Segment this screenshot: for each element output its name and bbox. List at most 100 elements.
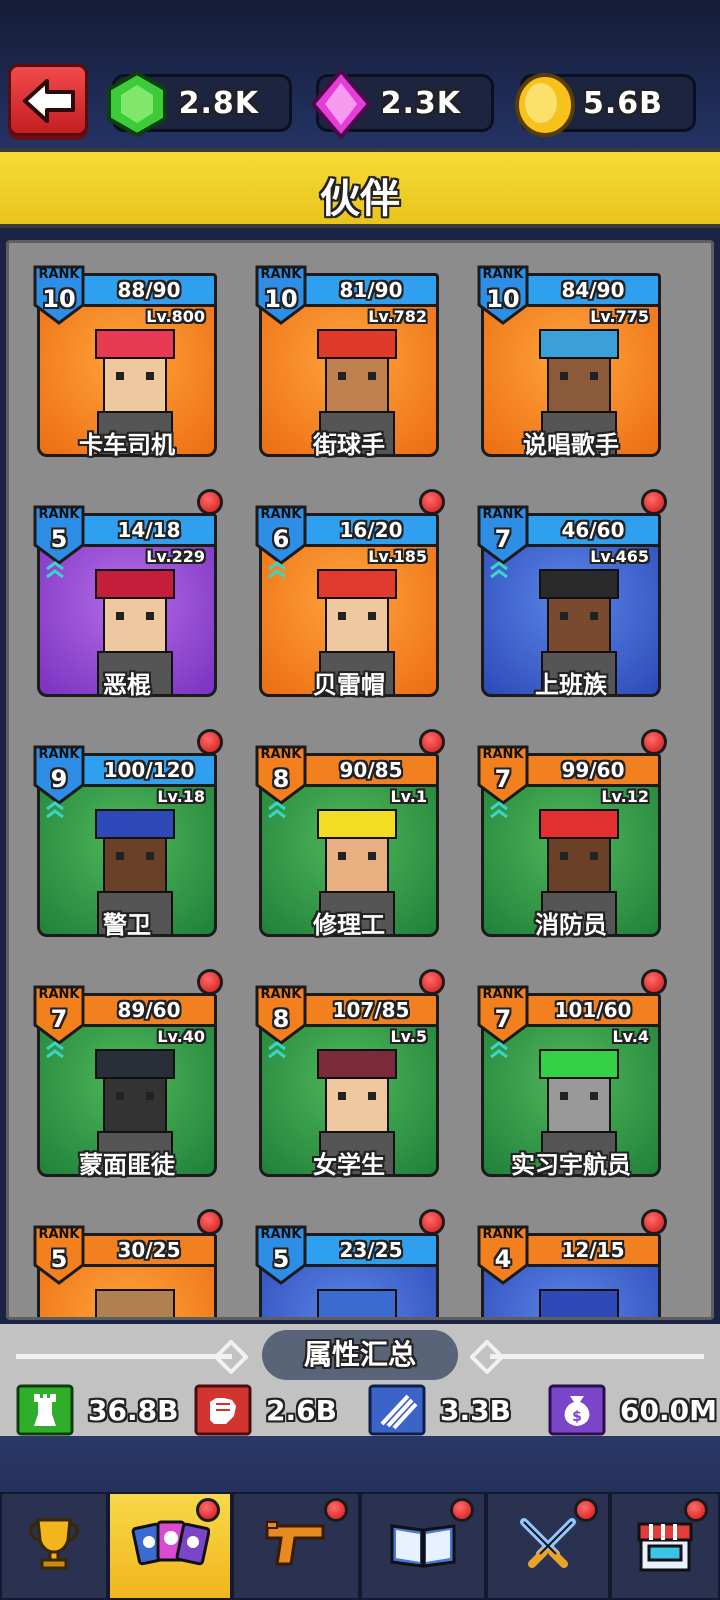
rank-progress-bar: 46/60 <box>525 513 661 547</box>
divider-right <box>490 1354 704 1359</box>
chevron-up-icon <box>487 797 511 821</box>
currency-coins[interactable]: 5.6B <box>515 73 696 137</box>
nav-trophy[interactable] <box>0 1492 108 1600</box>
notification-dot <box>197 1209 223 1235</box>
partner-card[interactable]: 88/90 RANK 10 Lv.800 卡车司机 <box>31 249 217 461</box>
currency-gems[interactable]: 2.8K <box>107 70 292 138</box>
attribute-summary: 属性汇总 36.8B 2.6B 3.3B $ 60.0M <box>0 1324 720 1436</box>
rank-label: RANK <box>260 507 302 522</box>
rank-progress-text: 88/90 <box>117 278 181 302</box>
partner-level: Lv.229 <box>146 547 205 566</box>
rank-progress-text: 84/90 <box>561 278 625 302</box>
nav-weapons[interactable] <box>232 1492 360 1600</box>
rank-value: 4 <box>494 1245 512 1273</box>
partner-card[interactable]: 99/60 RANK 7 Lv.12 消防员 <box>475 729 667 941</box>
rank-badge: RANK 10 <box>253 263 309 327</box>
rank-label: RANK <box>38 987 80 1002</box>
partner-name: 街球手 <box>313 431 385 459</box>
gold-coin-icon <box>515 73 575 137</box>
notification-dot <box>450 1498 474 1522</box>
nav-shop[interactable] <box>610 1492 720 1600</box>
bottom-nav <box>0 1436 720 1600</box>
rank-value: 6 <box>272 525 290 553</box>
stat-tower-value: 36.8B <box>88 1394 179 1427</box>
nav-battle[interactable] <box>486 1492 610 1600</box>
stat-auto-value: 3.3B <box>440 1394 511 1427</box>
partner-level: Lv.18 <box>157 787 205 806</box>
partner-card[interactable]: 107/85 RANK 8 Lv.5 女学生 <box>253 969 445 1181</box>
partner-level: Lv.40 <box>157 1027 205 1046</box>
currency-diamonds[interactable]: 2.3K <box>310 69 494 139</box>
trophy-icon <box>29 1518 79 1570</box>
title-bar: 伙伴 <box>0 148 720 228</box>
rank-progress-bar: 88/90 <box>81 273 217 307</box>
partner-card[interactable]: 90/85 RANK 8 Lv.1 修理工 <box>253 729 445 941</box>
rank-progress-bar: 90/85 <box>303 753 439 787</box>
notification-dot <box>197 729 223 755</box>
rank-progress-text: 101/60 <box>554 998 632 1022</box>
rank-badge: RANK 10 <box>31 263 87 327</box>
rank-progress-text: 89/60 <box>117 998 181 1022</box>
notification-dot <box>641 1209 667 1235</box>
notification-dot <box>324 1498 348 1522</box>
partner-card[interactable]: 84/90 RANK 10 Lv.775 说唱歌手 <box>475 249 661 461</box>
partner-card[interactable]: 100/120 RANK 9 Lv.18 警卫 <box>31 729 223 941</box>
back-button[interactable] <box>8 64 88 136</box>
rank-value: 10 <box>264 285 298 313</box>
rank-progress-bar: 23/25 <box>303 1233 439 1267</box>
rank-progress-text: 23/25 <box>339 1238 403 1262</box>
chevron-up-icon <box>43 557 67 581</box>
rank-value: 5 <box>272 1245 290 1273</box>
rank-progress-bar: 30/25 <box>81 1233 217 1267</box>
rank-value: 7 <box>494 765 512 793</box>
partner-card[interactable]: 12/15 RANK 4 <box>475 1209 667 1317</box>
upgrade-badges <box>43 557 69 587</box>
partner-card[interactable]: 16/20 RANK 6 Lv.185 贝雷帽 <box>253 489 445 701</box>
gems-value: 2.8K <box>178 86 259 121</box>
upgrade-badges <box>487 557 513 587</box>
chevron-up-icon <box>487 557 511 581</box>
shop-icon <box>637 1522 693 1572</box>
page-title: 伙伴 <box>320 176 400 222</box>
rank-progress-text: 12/15 <box>561 1238 625 1262</box>
partner-name: 说唱歌手 <box>523 431 619 459</box>
back-arrow-icon <box>23 79 75 123</box>
rank-progress-bar: 107/85 <box>303 993 439 1027</box>
chevron-up-icon <box>487 1037 511 1061</box>
partner-card[interactable]: 81/90 RANK 10 Lv.782 街球手 <box>253 249 439 461</box>
notification-dot <box>684 1498 708 1522</box>
partner-card[interactable]: 101/60 RANK 7 Lv.4 实习宇航员 <box>475 969 667 1181</box>
partner-level: Lv.12 <box>601 787 649 806</box>
chevron-up-icon <box>265 1037 289 1061</box>
nav-partners[interactable] <box>108 1492 232 1600</box>
money-bag-icon: $ <box>548 1384 606 1436</box>
pink-diamond-icon <box>310 69 372 139</box>
partner-card[interactable]: 89/60 RANK 7 Lv.40 蒙面匪徒 <box>31 969 223 1181</box>
rank-progress-text: 99/60 <box>561 758 625 782</box>
auto-bullets-icon <box>368 1384 426 1436</box>
nav-book[interactable] <box>360 1492 486 1600</box>
green-gem-icon <box>107 70 167 138</box>
partner-card[interactable]: 14/18 RANK 5 Lv.229 恶棍 <box>31 489 223 701</box>
rank-label: RANK <box>482 747 524 762</box>
upgrade-badges <box>487 797 513 827</box>
diamonds-value: 2.3K <box>380 86 461 121</box>
tower-icon <box>16 1384 74 1436</box>
partner-grid[interactable]: 88/90 RANK 10 Lv.800 卡车司机 81/90 RANK 10 Lv.782 街球… <box>6 240 714 1320</box>
upgrade-badges <box>43 1037 69 1067</box>
character-avatar-icon <box>539 1289 619 1317</box>
partner-card[interactable]: 46/60 RANK 7 Lv.465 上班族 <box>475 489 667 701</box>
coins-value: 5.6B <box>582 86 663 121</box>
rank-value: 7 <box>50 1005 68 1033</box>
partner-card[interactable]: 23/25 RANK 5 <box>253 1209 445 1317</box>
upgrade-badges <box>487 1037 513 1067</box>
book-icon <box>390 1524 456 1568</box>
fist-icon <box>194 1384 252 1436</box>
rank-progress-text: 14/18 <box>117 518 181 542</box>
partner-card[interactable]: 30/25 RANK 5 <box>31 1209 223 1317</box>
partner-level: Lv.5 <box>390 1027 427 1046</box>
rank-value: 5 <box>50 1245 68 1273</box>
rank-value: 10 <box>486 285 520 313</box>
rank-value: 8 <box>272 1005 290 1033</box>
notification-dot <box>419 969 445 995</box>
